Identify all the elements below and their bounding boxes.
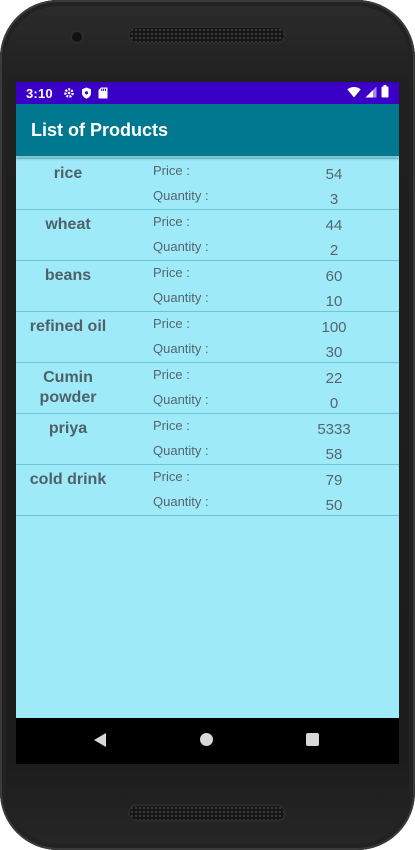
bottom-speaker <box>130 806 284 820</box>
device-screen: 3:10 List of Products rice Price: Quant… <box>16 82 399 764</box>
list-item[interactable]: Cumin powder Price : Quantity : 22 0 <box>16 363 399 414</box>
back-icon[interactable] <box>94 733 106 747</box>
quantity-value: 3 <box>329 191 339 208</box>
navigation-bar <box>16 718 399 764</box>
quantity-label: Quantity : <box>153 443 209 458</box>
sd-card-icon <box>98 87 108 99</box>
quantity-label: Quantity : <box>153 239 209 254</box>
home-icon[interactable] <box>200 733 213 746</box>
price-value: 100 <box>321 319 347 336</box>
quantity-value: 2 <box>329 242 339 259</box>
price-label: Price : <box>153 265 190 280</box>
status-icons-right <box>347 85 389 98</box>
product-name: refined oil <box>29 318 107 335</box>
price-value: 60 <box>325 268 343 285</box>
top-speaker <box>130 28 284 42</box>
front-camera <box>72 32 82 42</box>
settings-icon <box>64 88 74 98</box>
price-label: Price : <box>153 418 190 433</box>
price-value: 5333 <box>317 421 351 438</box>
list-item[interactable]: priya Price : Quantity : 5333 58 <box>16 414 399 465</box>
quantity-label: Quantity : <box>153 290 209 305</box>
product-name: beans <box>44 267 92 284</box>
recents-icon[interactable] <box>306 733 319 746</box>
quantity-value: 10 <box>325 293 343 310</box>
quantity-label: Quantity : <box>153 392 209 407</box>
list-item[interactable]: beans Price : Quantity : 60 10 <box>16 261 399 312</box>
price-value: 79 <box>325 472 343 489</box>
product-list[interactable]: rice Price : Quantity : 54 3 wheat Price… <box>16 156 399 516</box>
quantity-value: 50 <box>325 497 343 514</box>
list-item[interactable]: cold drink Price : Quantity : 79 50 <box>16 465 399 516</box>
status-time: 3:10 <box>26 85 53 101</box>
quantity-value: 30 <box>325 344 343 361</box>
list-item[interactable]: rice Price : Quantity : 54 3 <box>16 159 399 210</box>
product-name: rice <box>53 165 83 182</box>
product-name: wheat <box>45 216 91 233</box>
wifi-icon <box>347 86 361 97</box>
quantity-value: 58 <box>325 446 343 463</box>
price-value: 44 <box>325 217 343 234</box>
product-name: Cumin powder <box>39 369 97 406</box>
app-bar: List of Products <box>16 104 399 156</box>
product-name: cold drink <box>29 471 107 488</box>
battery-icon <box>381 85 389 98</box>
signal-icon <box>365 86 377 97</box>
price-label: Price : <box>153 163 190 178</box>
page-title: List of Products <box>31 119 169 140</box>
price-label: Price : <box>153 469 190 484</box>
quantity-label: Quantity : <box>153 494 209 509</box>
quantity-value: 0 <box>329 395 339 412</box>
quantity-label: Quantity : <box>153 188 209 203</box>
price-label: Price : <box>153 367 190 382</box>
price-label: Price : <box>153 316 190 331</box>
shield-icon <box>81 87 91 99</box>
status-icons-left <box>63 87 108 99</box>
status-bar: 3:10 <box>16 82 399 104</box>
price-label: Price : <box>153 214 190 229</box>
list-item[interactable]: refined oil Price : Quantity : 100 30 <box>16 312 399 363</box>
price-value: 22 <box>325 370 343 387</box>
product-name: priya <box>48 420 88 437</box>
price-value: 54 <box>325 166 343 183</box>
quantity-label: Quantity : <box>153 341 209 356</box>
list-item[interactable]: wheat Price : Quantity : 44 2 <box>16 210 399 261</box>
